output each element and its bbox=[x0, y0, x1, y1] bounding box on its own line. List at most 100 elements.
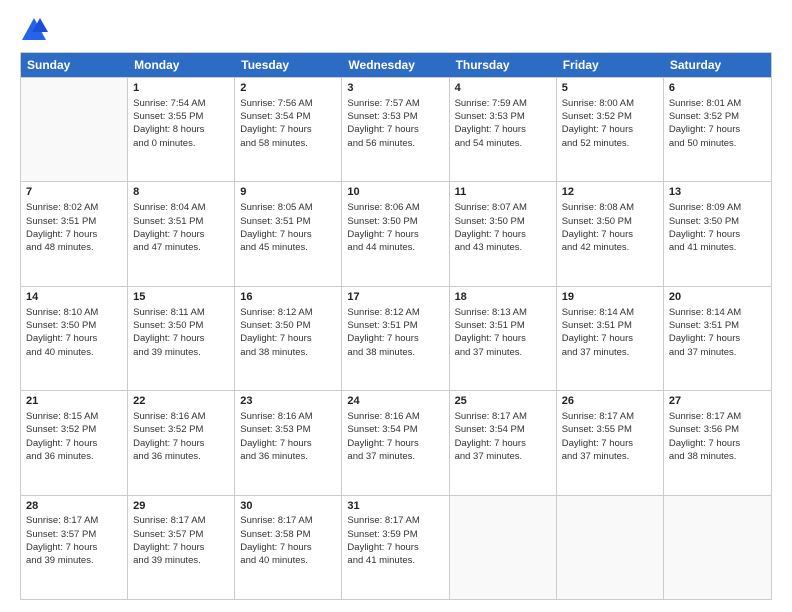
day-number: 12 bbox=[562, 185, 658, 200]
day-number: 15 bbox=[133, 290, 229, 305]
header bbox=[20, 16, 772, 44]
day-info: Sunrise: 7:59 AM Sunset: 3:53 PM Dayligh… bbox=[455, 97, 551, 150]
day-cell-22: 22Sunrise: 8:16 AM Sunset: 3:52 PM Dayli… bbox=[128, 391, 235, 494]
day-info: Sunrise: 8:16 AM Sunset: 3:53 PM Dayligh… bbox=[240, 410, 336, 463]
day-cell-1: 1Sunrise: 7:54 AM Sunset: 3:55 PM Daylig… bbox=[128, 78, 235, 181]
day-cell-10: 10Sunrise: 8:06 AM Sunset: 3:50 PM Dayli… bbox=[342, 182, 449, 285]
day-number: 13 bbox=[669, 185, 766, 200]
day-cell-19: 19Sunrise: 8:14 AM Sunset: 3:51 PM Dayli… bbox=[557, 287, 664, 390]
day-cell-26: 26Sunrise: 8:17 AM Sunset: 3:55 PM Dayli… bbox=[557, 391, 664, 494]
day-number: 4 bbox=[455, 81, 551, 96]
header-day-thursday: Thursday bbox=[450, 53, 557, 77]
day-cell-12: 12Sunrise: 8:08 AM Sunset: 3:50 PM Dayli… bbox=[557, 182, 664, 285]
day-cell-empty bbox=[664, 496, 771, 599]
day-number: 26 bbox=[562, 394, 658, 409]
day-info: Sunrise: 8:07 AM Sunset: 3:50 PM Dayligh… bbox=[455, 201, 551, 254]
day-number: 19 bbox=[562, 290, 658, 305]
day-info: Sunrise: 7:57 AM Sunset: 3:53 PM Dayligh… bbox=[347, 97, 443, 150]
day-cell-6: 6Sunrise: 8:01 AM Sunset: 3:52 PM Daylig… bbox=[664, 78, 771, 181]
day-number: 25 bbox=[455, 394, 551, 409]
day-number: 1 bbox=[133, 81, 229, 96]
day-info: Sunrise: 8:01 AM Sunset: 3:52 PM Dayligh… bbox=[669, 97, 766, 150]
calendar: SundayMondayTuesdayWednesdayThursdayFrid… bbox=[20, 52, 772, 600]
calendar-row-5: 28Sunrise: 8:17 AM Sunset: 3:57 PM Dayli… bbox=[21, 495, 771, 599]
day-cell-13: 13Sunrise: 8:09 AM Sunset: 3:50 PM Dayli… bbox=[664, 182, 771, 285]
header-day-wednesday: Wednesday bbox=[342, 53, 449, 77]
day-number: 14 bbox=[26, 290, 122, 305]
day-number: 9 bbox=[240, 185, 336, 200]
calendar-row-1: 1Sunrise: 7:54 AM Sunset: 3:55 PM Daylig… bbox=[21, 77, 771, 181]
day-cell-9: 9Sunrise: 8:05 AM Sunset: 3:51 PM Daylig… bbox=[235, 182, 342, 285]
calendar-body: 1Sunrise: 7:54 AM Sunset: 3:55 PM Daylig… bbox=[21, 77, 771, 599]
day-number: 5 bbox=[562, 81, 658, 96]
day-cell-28: 28Sunrise: 8:17 AM Sunset: 3:57 PM Dayli… bbox=[21, 496, 128, 599]
day-cell-14: 14Sunrise: 8:10 AM Sunset: 3:50 PM Dayli… bbox=[21, 287, 128, 390]
day-info: Sunrise: 8:17 AM Sunset: 3:56 PM Dayligh… bbox=[669, 410, 766, 463]
page: SundayMondayTuesdayWednesdayThursdayFrid… bbox=[0, 0, 792, 612]
day-number: 10 bbox=[347, 185, 443, 200]
header-day-saturday: Saturday bbox=[664, 53, 771, 77]
day-info: Sunrise: 8:16 AM Sunset: 3:54 PM Dayligh… bbox=[347, 410, 443, 463]
day-number: 8 bbox=[133, 185, 229, 200]
header-day-friday: Friday bbox=[557, 53, 664, 77]
day-info: Sunrise: 8:17 AM Sunset: 3:58 PM Dayligh… bbox=[240, 514, 336, 567]
day-number: 27 bbox=[669, 394, 766, 409]
day-number: 22 bbox=[133, 394, 229, 409]
logo-icon bbox=[20, 16, 48, 44]
day-cell-25: 25Sunrise: 8:17 AM Sunset: 3:54 PM Dayli… bbox=[450, 391, 557, 494]
day-cell-empty bbox=[21, 78, 128, 181]
day-cell-18: 18Sunrise: 8:13 AM Sunset: 3:51 PM Dayli… bbox=[450, 287, 557, 390]
day-info: Sunrise: 8:17 AM Sunset: 3:54 PM Dayligh… bbox=[455, 410, 551, 463]
day-info: Sunrise: 7:56 AM Sunset: 3:54 PM Dayligh… bbox=[240, 97, 336, 150]
day-info: Sunrise: 8:14 AM Sunset: 3:51 PM Dayligh… bbox=[669, 306, 766, 359]
day-cell-20: 20Sunrise: 8:14 AM Sunset: 3:51 PM Dayli… bbox=[664, 287, 771, 390]
calendar-row-3: 14Sunrise: 8:10 AM Sunset: 3:50 PM Dayli… bbox=[21, 286, 771, 390]
day-info: Sunrise: 8:11 AM Sunset: 3:50 PM Dayligh… bbox=[133, 306, 229, 359]
day-number: 29 bbox=[133, 499, 229, 514]
header-day-sunday: Sunday bbox=[21, 53, 128, 77]
day-cell-23: 23Sunrise: 8:16 AM Sunset: 3:53 PM Dayli… bbox=[235, 391, 342, 494]
day-cell-5: 5Sunrise: 8:00 AM Sunset: 3:52 PM Daylig… bbox=[557, 78, 664, 181]
day-number: 2 bbox=[240, 81, 336, 96]
day-number: 28 bbox=[26, 499, 122, 514]
day-info: Sunrise: 8:04 AM Sunset: 3:51 PM Dayligh… bbox=[133, 201, 229, 254]
day-cell-11: 11Sunrise: 8:07 AM Sunset: 3:50 PM Dayli… bbox=[450, 182, 557, 285]
day-number: 7 bbox=[26, 185, 122, 200]
day-info: Sunrise: 8:10 AM Sunset: 3:50 PM Dayligh… bbox=[26, 306, 122, 359]
day-cell-16: 16Sunrise: 8:12 AM Sunset: 3:50 PM Dayli… bbox=[235, 287, 342, 390]
logo bbox=[20, 16, 52, 44]
calendar-row-4: 21Sunrise: 8:15 AM Sunset: 3:52 PM Dayli… bbox=[21, 390, 771, 494]
calendar-header: SundayMondayTuesdayWednesdayThursdayFrid… bbox=[21, 53, 771, 77]
day-info: Sunrise: 8:12 AM Sunset: 3:50 PM Dayligh… bbox=[240, 306, 336, 359]
day-cell-empty bbox=[450, 496, 557, 599]
day-info: Sunrise: 8:15 AM Sunset: 3:52 PM Dayligh… bbox=[26, 410, 122, 463]
day-number: 11 bbox=[455, 185, 551, 200]
day-cell-21: 21Sunrise: 8:15 AM Sunset: 3:52 PM Dayli… bbox=[21, 391, 128, 494]
day-number: 6 bbox=[669, 81, 766, 96]
day-number: 20 bbox=[669, 290, 766, 305]
day-cell-15: 15Sunrise: 8:11 AM Sunset: 3:50 PM Dayli… bbox=[128, 287, 235, 390]
day-number: 31 bbox=[347, 499, 443, 514]
day-cell-8: 8Sunrise: 8:04 AM Sunset: 3:51 PM Daylig… bbox=[128, 182, 235, 285]
day-cell-empty bbox=[557, 496, 664, 599]
day-info: Sunrise: 8:02 AM Sunset: 3:51 PM Dayligh… bbox=[26, 201, 122, 254]
day-cell-29: 29Sunrise: 8:17 AM Sunset: 3:57 PM Dayli… bbox=[128, 496, 235, 599]
day-info: Sunrise: 8:13 AM Sunset: 3:51 PM Dayligh… bbox=[455, 306, 551, 359]
day-cell-31: 31Sunrise: 8:17 AM Sunset: 3:59 PM Dayli… bbox=[342, 496, 449, 599]
day-cell-2: 2Sunrise: 7:56 AM Sunset: 3:54 PM Daylig… bbox=[235, 78, 342, 181]
day-info: Sunrise: 8:14 AM Sunset: 3:51 PM Dayligh… bbox=[562, 306, 658, 359]
day-info: Sunrise: 8:17 AM Sunset: 3:59 PM Dayligh… bbox=[347, 514, 443, 567]
day-info: Sunrise: 8:17 AM Sunset: 3:57 PM Dayligh… bbox=[26, 514, 122, 567]
calendar-row-2: 7Sunrise: 8:02 AM Sunset: 3:51 PM Daylig… bbox=[21, 181, 771, 285]
day-cell-17: 17Sunrise: 8:12 AM Sunset: 3:51 PM Dayli… bbox=[342, 287, 449, 390]
day-info: Sunrise: 8:08 AM Sunset: 3:50 PM Dayligh… bbox=[562, 201, 658, 254]
day-info: Sunrise: 8:00 AM Sunset: 3:52 PM Dayligh… bbox=[562, 97, 658, 150]
day-info: Sunrise: 8:05 AM Sunset: 3:51 PM Dayligh… bbox=[240, 201, 336, 254]
day-cell-7: 7Sunrise: 8:02 AM Sunset: 3:51 PM Daylig… bbox=[21, 182, 128, 285]
day-info: Sunrise: 7:54 AM Sunset: 3:55 PM Dayligh… bbox=[133, 97, 229, 150]
day-info: Sunrise: 8:16 AM Sunset: 3:52 PM Dayligh… bbox=[133, 410, 229, 463]
day-info: Sunrise: 8:17 AM Sunset: 3:57 PM Dayligh… bbox=[133, 514, 229, 567]
day-info: Sunrise: 8:12 AM Sunset: 3:51 PM Dayligh… bbox=[347, 306, 443, 359]
day-cell-30: 30Sunrise: 8:17 AM Sunset: 3:58 PM Dayli… bbox=[235, 496, 342, 599]
day-cell-24: 24Sunrise: 8:16 AM Sunset: 3:54 PM Dayli… bbox=[342, 391, 449, 494]
